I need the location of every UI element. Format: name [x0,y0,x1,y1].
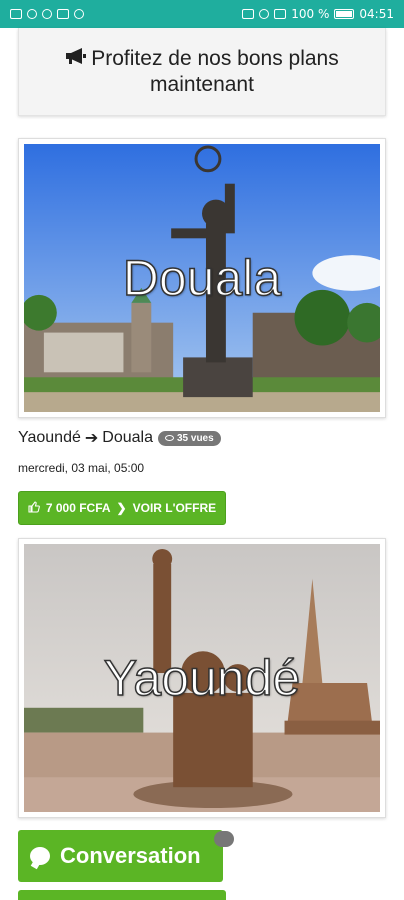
offer-price: 7 000 FCFA [45,501,111,515]
image-city-label: Yaoundé [103,649,301,707]
route-line: Yaoundé ➔ Douala 35 vues [18,428,221,448]
conversation-label: Conversation [60,843,201,868]
offer-image[interactable]: Douala [24,144,380,412]
promo-text-wrap: Profitez de nos bons plans maintenant [19,46,385,98]
views-badge: 35 vues [157,430,221,446]
promo-banner: Profitez de nos bons plans maintenant [18,28,386,116]
thumbs-up-icon [28,500,40,516]
eye-icon [27,9,37,19]
offer-image-card[interactable]: Douala [18,138,386,418]
chevron-right-icon: ❯ [116,501,127,515]
arrow-right-icon: ➔ [84,430,99,447]
views-count: 35 vues [176,432,214,444]
next-offer-image-card[interactable]: Yaoundé [18,538,386,818]
notification-icon [57,9,69,19]
battery-icon [334,9,355,19]
promo-text: Profitez de nos bons plans maintenant [91,46,339,96]
loading-icon [74,9,84,19]
next-offer-image[interactable]: Yaoundé [24,544,380,812]
alarm-icon [259,9,270,19]
eye-icon [164,435,174,441]
next-offer-button[interactable] [18,890,226,900]
offer-cta: VOIR L'OFFRE [132,501,217,515]
status-left-icons [10,9,84,19]
nfc-icon [242,9,255,19]
clock: 04:51 [359,7,394,21]
route-destination: Douala [102,429,153,446]
sync-icon [42,9,52,19]
vibrate-icon [274,9,287,19]
conversation-button[interactable]: Conversation [18,830,223,882]
departure-date: mercredi, 03 mai, 05:00 [18,461,145,475]
conversation-badge [214,831,234,847]
view-offer-button[interactable]: 7 000 FCFA ❯ VOIR L'OFFRE [18,491,226,525]
megaphone-icon [65,46,87,72]
route-origin: Yaoundé [18,429,81,446]
image-city-label: Douala [122,249,282,307]
status-bar: 100 % 04:51 [0,0,404,28]
status-right-icons: 100 % 04:51 [242,7,394,21]
battery-percent: 100 % [291,7,330,21]
signal-icon [10,9,22,19]
chat-bubble-icon [30,847,50,865]
